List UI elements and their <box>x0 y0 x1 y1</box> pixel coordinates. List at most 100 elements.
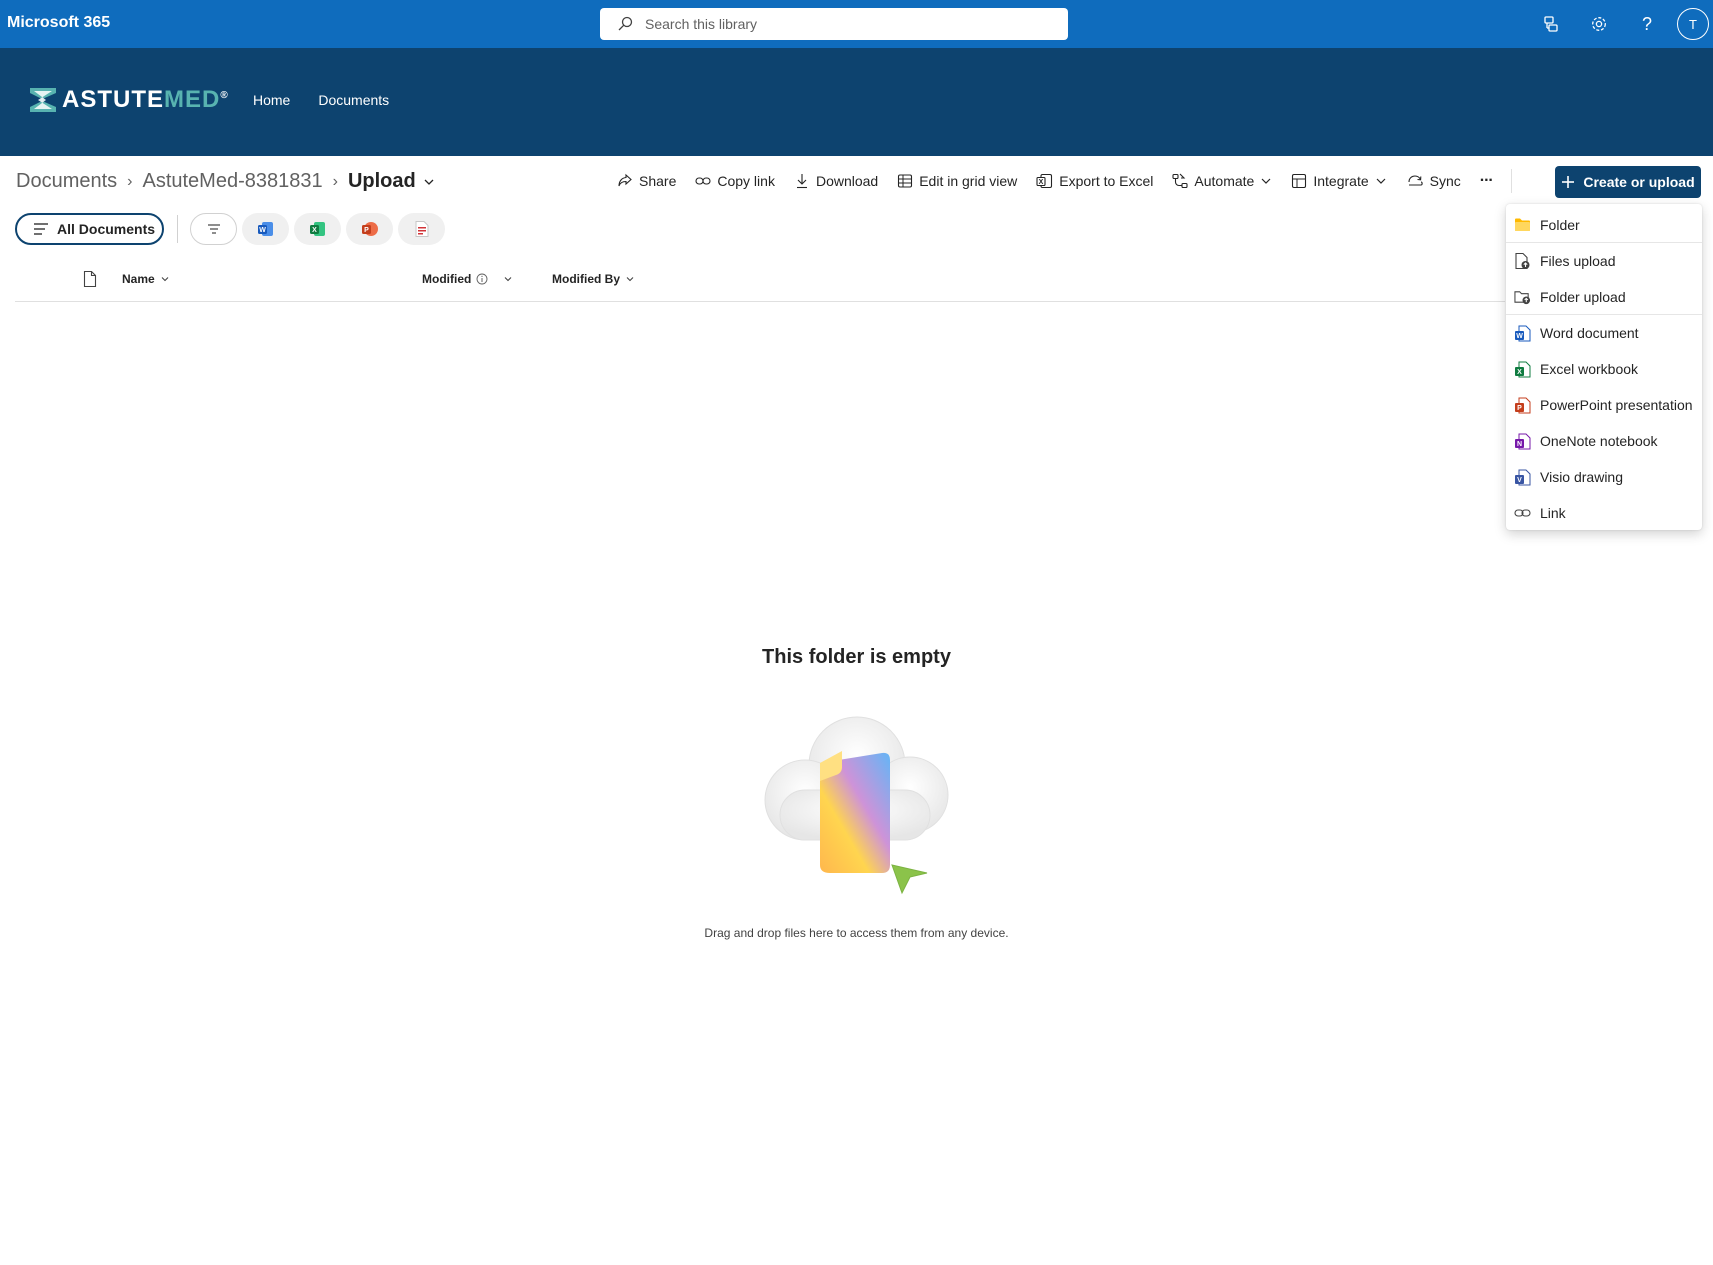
link-icon <box>695 177 711 185</box>
command-bar: Share Copy link Download Edit in grid vi… <box>617 168 1524 194</box>
empty-state-title: This folder is empty <box>762 646 951 668</box>
menu-item-powerpoint-presentation[interactable]: P PowerPoint presentation <box>1506 387 1702 423</box>
powerpoint-icon: P <box>361 222 378 236</box>
toolbar-divider <box>1510 169 1512 193</box>
download-button[interactable]: Download <box>794 173 878 189</box>
sync-icon <box>1408 175 1423 186</box>
document-icon <box>83 270 97 288</box>
empty-state-subtitle: Drag and drop files here to access them … <box>704 926 1009 940</box>
chevron-right-icon: › <box>332 172 338 190</box>
empty-folder-illustration <box>760 705 955 910</box>
onenote-icon: N <box>1514 433 1531 450</box>
excel-icon: X <box>1514 361 1531 378</box>
view-selector-all-documents[interactable]: All Documents <box>15 213 164 245</box>
avatar[interactable]: T <box>1677 8 1709 40</box>
share-button[interactable]: Share <box>617 173 676 189</box>
search-box[interactable]: Search this library <box>600 8 1068 40</box>
breadcrumb: Documents › AstuteMed-8381831 › Upload <box>16 170 436 193</box>
svg-text:X: X <box>1039 179 1044 186</box>
menu-item-excel-workbook[interactable]: X Excel workbook <box>1506 351 1702 387</box>
column-modified-by[interactable]: Modified By <box>552 272 635 286</box>
help-icon[interactable]: ? <box>1623 0 1671 48</box>
grid-icon <box>898 174 913 188</box>
filter-excel-chip[interactable]: X <box>294 213 341 245</box>
chevron-right-icon: › <box>127 172 133 190</box>
nav-home[interactable]: Home <box>253 92 290 108</box>
chevron-down-icon <box>1261 178 1271 184</box>
chevron-down-icon <box>626 277 634 282</box>
automate-button[interactable]: Automate <box>1172 173 1272 189</box>
folder-upload-icon <box>1514 288 1531 305</box>
svg-text:X: X <box>1517 369 1522 376</box>
svg-text:N: N <box>1517 441 1522 448</box>
download-icon <box>796 174 807 189</box>
file-type-column[interactable] <box>83 270 97 288</box>
sync-button[interactable]: Sync <box>1406 173 1461 189</box>
view-row: All Documents W X P <box>15 213 450 245</box>
column-name[interactable]: Name <box>122 272 170 286</box>
chevron-down-icon <box>161 277 169 282</box>
column-modified[interactable]: Modified <box>422 272 513 286</box>
file-upload-icon <box>1514 252 1531 270</box>
menu-item-folder[interactable]: Folder <box>1506 207 1702 243</box>
app-title[interactable]: Microsoft 365 <box>7 14 110 32</box>
svg-text:W: W <box>1516 333 1523 340</box>
settings-gear-icon[interactable] <box>1575 0 1623 48</box>
link-icon <box>1514 505 1531 522</box>
breadcrumb-documents[interactable]: Documents <box>16 170 117 193</box>
plus-icon <box>1562 176 1575 188</box>
list-column-headers: Name Modified Modified By <box>15 264 1505 302</box>
filter-icon <box>207 224 220 234</box>
menu-item-word-document[interactable]: W Word document <box>1506 315 1702 351</box>
menu-item-files-upload[interactable]: Files upload <box>1506 243 1702 279</box>
chevron-down-icon <box>1376 178 1386 184</box>
edit-grid-view-button[interactable]: Edit in grid view <box>897 173 1017 189</box>
menu-item-visio-drawing[interactable]: V Visio drawing <box>1506 459 1702 495</box>
view-divider <box>177 215 178 243</box>
breadcrumb-current[interactable]: Upload <box>348 170 416 193</box>
svg-text:W: W <box>259 227 266 234</box>
search-input[interactable]: Search this library <box>645 16 757 32</box>
nav-documents[interactable]: Documents <box>318 92 389 108</box>
site-nav: Home Documents <box>253 92 389 108</box>
list-view-icon <box>34 223 48 235</box>
pdf-icon <box>415 221 428 237</box>
svg-text:P: P <box>1517 405 1522 412</box>
copy-link-button[interactable]: Copy link <box>695 173 775 189</box>
search-icon <box>618 16 633 31</box>
svg-text:X: X <box>312 227 317 234</box>
chevron-down-icon[interactable] <box>422 175 436 189</box>
more-icon: ··· <box>1479 172 1494 189</box>
svg-text:V: V <box>1517 477 1522 484</box>
more-options-button[interactable]: ··· <box>1479 172 1494 190</box>
menu-item-onenote-notebook[interactable]: N OneNote notebook <box>1506 423 1702 459</box>
chevron-down-icon <box>504 277 512 282</box>
export-excel-button[interactable]: X Export to Excel <box>1036 173 1153 190</box>
menu-item-folder-upload[interactable]: Folder upload <box>1506 279 1702 315</box>
astutemed-logo-icon <box>30 88 56 112</box>
share-icon <box>618 173 632 187</box>
connections-icon[interactable] <box>1527 0 1575 48</box>
site-header: ASTUTEMED® Home Documents <box>0 48 1713 156</box>
suite-bar: Microsoft 365 Search this library ? T <box>0 0 1713 48</box>
word-icon: W <box>1514 325 1531 342</box>
integrate-button[interactable]: Integrate <box>1291 173 1386 189</box>
filter-word-chip[interactable]: W <box>242 213 289 245</box>
site-logo[interactable]: ASTUTEMED® <box>30 86 229 114</box>
breadcrumb-site[interactable]: AstuteMed-8381831 <box>142 170 322 193</box>
info-icon <box>476 273 488 285</box>
visio-icon: V <box>1514 469 1531 486</box>
menu-item-link[interactable]: Link <box>1506 495 1702 531</box>
folder-icon <box>1514 216 1531 233</box>
excel-icon: X <box>309 222 325 236</box>
svg-text:P: P <box>364 227 369 234</box>
filter-pdf-chip[interactable] <box>398 213 445 245</box>
filter-button[interactable] <box>190 213 237 245</box>
word-icon: W <box>257 222 273 236</box>
excel-export-icon: X <box>1036 173 1053 188</box>
logo-text: ASTUTEMED® <box>62 86 229 113</box>
integrate-icon <box>1292 173 1307 189</box>
filter-powerpoint-chip[interactable]: P <box>346 213 393 245</box>
create-or-upload-button[interactable]: Create or upload <box>1555 166 1701 198</box>
create-upload-menu: Folder Files upload Folder upload W Word… <box>1506 204 1702 530</box>
